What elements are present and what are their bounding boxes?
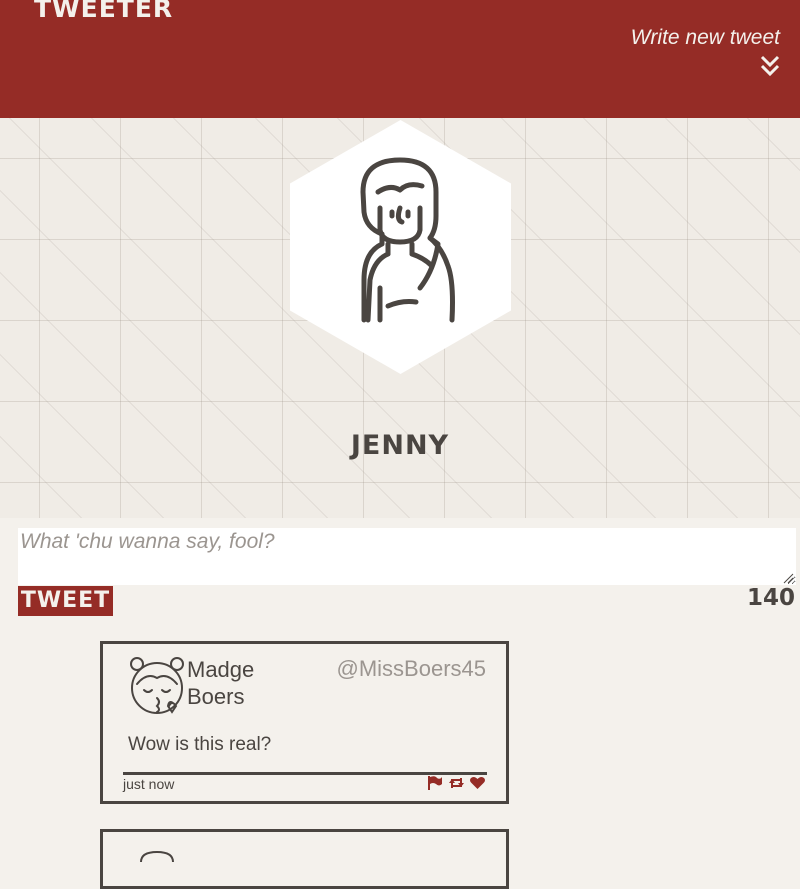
resize-handle-icon[interactable] xyxy=(782,570,794,584)
write-new-tweet-button[interactable]: Write new tweet xyxy=(631,26,780,50)
tweet-actions xyxy=(427,775,486,790)
tweet-submit-button[interactable]: TWEET xyxy=(18,586,113,616)
flag-icon[interactable] xyxy=(427,775,444,790)
tweet-card xyxy=(100,829,509,889)
woman-avatar-icon xyxy=(290,120,511,374)
app-logo[interactable]: TWEETER xyxy=(34,0,173,23)
retweet-icon[interactable] xyxy=(448,775,465,789)
character-counter: 140 xyxy=(746,585,795,611)
tweet-author-name[interactable]: Madge Boers xyxy=(187,656,287,710)
double-chevron-down-icon[interactable] xyxy=(759,54,781,78)
heart-icon[interactable] xyxy=(469,775,486,789)
top-nav-bar: TWEETER Write new tweet xyxy=(0,0,800,118)
profile-username: JENNY xyxy=(350,430,450,461)
avatar-icon xyxy=(140,850,174,862)
tweet-card: Madge Boers @MissBoers45 Wow is this rea… xyxy=(100,641,509,804)
tweet-compose-input[interactable] xyxy=(18,528,796,585)
tweet-author-handle[interactable]: @MissBoers45 xyxy=(337,656,487,682)
tweet-text: Wow is this real? xyxy=(128,734,272,755)
tweet-timestamp: just now xyxy=(123,776,175,792)
girl-kiss-avatar-icon xyxy=(130,657,184,714)
